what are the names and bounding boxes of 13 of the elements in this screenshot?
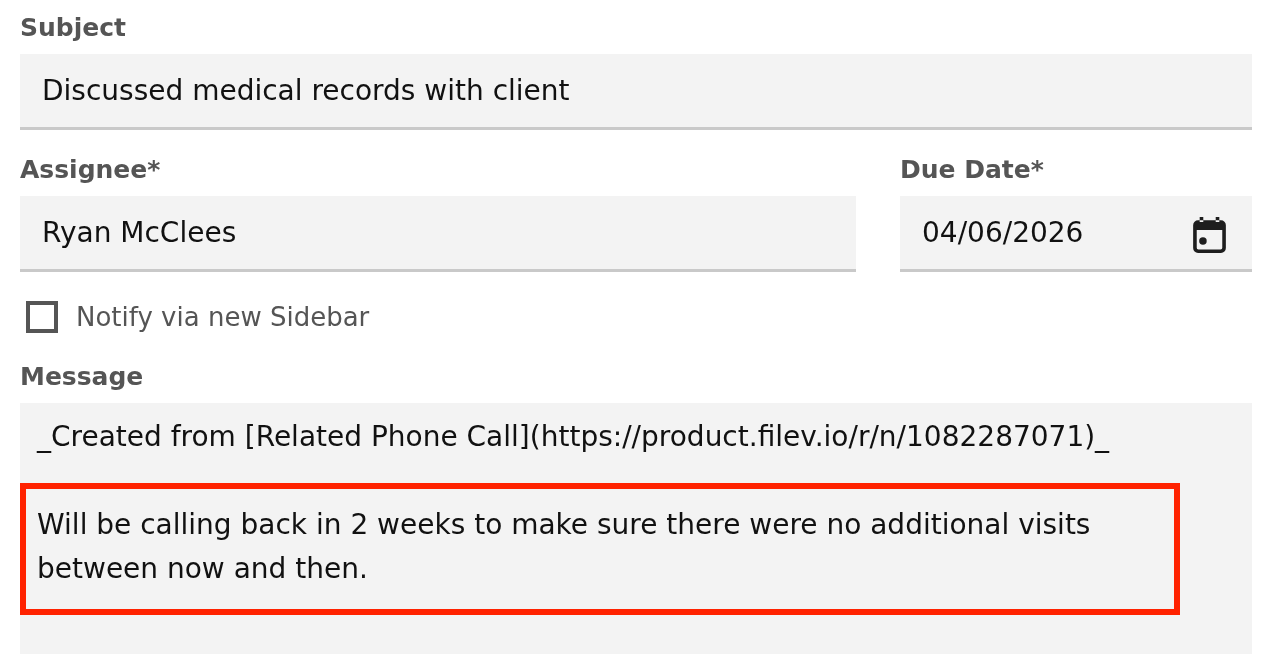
field-label: Subject [20, 12, 127, 44]
field-label: Assignee* [20, 154, 162, 186]
due-date-field[interactable]: 04/06/2026 [900, 196, 1252, 272]
message-text: Will be calling back in 2 weeks to make sure there were no additional visits between now and then. [20, 483, 1180, 615]
message-field[interactable]: _Created from [Related Phone Call](https://product.filev.io/r/n/1082287071)_ Will be calling back in 2 weeks to make sure there were no additional visits between now and then. [20, 403, 1252, 654]
assignee-field[interactable]: Ryan McClees [20, 196, 856, 272]
field-label: Due Date* [900, 154, 1045, 186]
checkbox-label[interactable]: Notify via new Sidebar [76, 300, 370, 334]
field-label: Message [20, 361, 145, 393]
checkbox[interactable] [26, 301, 58, 333]
subject-field[interactable]: Discussed medical records with client [20, 54, 1252, 130]
calendar-icon[interactable] [1193, 217, 1226, 253]
message-text: _Created from [Related Phone Call](https://product.filev.io/r/n/1082287071)_ [35, 419, 1111, 455]
